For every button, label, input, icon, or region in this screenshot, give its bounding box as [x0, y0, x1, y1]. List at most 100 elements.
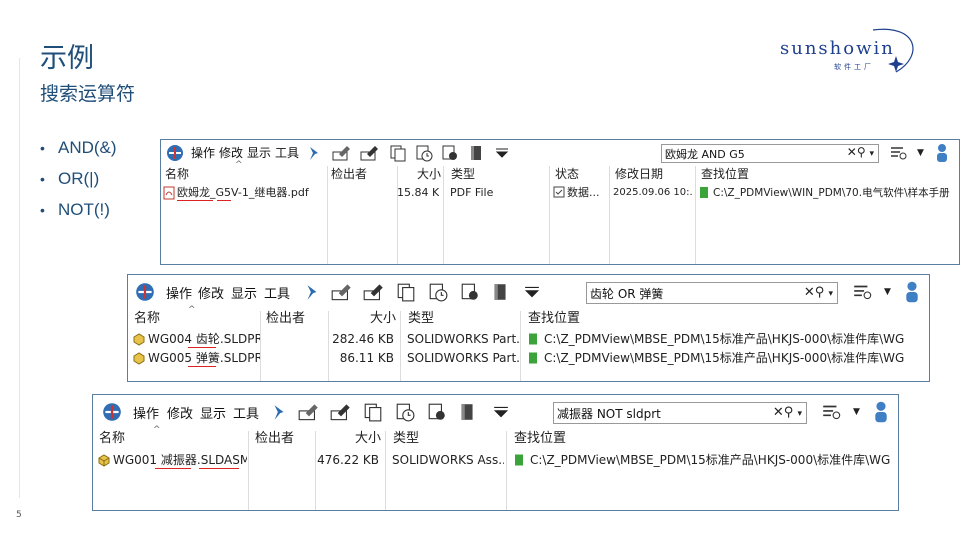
search-icon[interactable]: ⚲ [815, 285, 825, 300]
checkout-icon[interactable] [331, 140, 353, 165]
pin-icon[interactable] [304, 275, 320, 309]
row-name: WG001 减振器.SLDASM [113, 453, 247, 467]
menu-tools[interactable]: 工具 [275, 140, 299, 165]
search-icon[interactable]: ⚲ [784, 405, 794, 420]
search-field[interactable]: 欧姆龙 AND G5 ✕⚲ ▾ [661, 144, 879, 163]
menu-display[interactable]: 显示 [231, 275, 257, 309]
logo-subtitle: 软件工厂 [834, 63, 874, 71]
column-header-location[interactable]: 查找位置 [526, 311, 580, 329]
column-header-name[interactable]: 名称 [163, 166, 189, 184]
history-icon[interactable] [395, 395, 415, 429]
column-header-name[interactable]: 名称 [132, 311, 160, 329]
column-header-type[interactable]: 类型 [406, 311, 434, 329]
brand-logo: sunshowin 软件工厂 [778, 26, 928, 86]
checkout-icon[interactable] [297, 395, 321, 429]
column-header-row: ^ 名称 检出者 大小 类型 状态 修改日期 查找位置 [161, 160, 959, 184]
dropdown-icon[interactable] [495, 140, 509, 165]
folder-icon [528, 351, 538, 370]
search-field[interactable]: 减振器 NOT sldprt ✕⚲ ▾ [553, 402, 807, 424]
column-header-location[interactable]: 查找位置 [512, 431, 566, 449]
menu-actions[interactable]: 操作 [166, 275, 192, 309]
checkout-icon[interactable] [330, 275, 354, 309]
copy-tree-icon[interactable] [396, 275, 416, 309]
book-icon[interactable] [459, 395, 475, 429]
search-options-icon[interactable] [821, 395, 843, 429]
menu-tools[interactable]: 工具 [233, 395, 259, 429]
column-header-size[interactable]: 大小 [353, 431, 381, 449]
menu-modify[interactable]: 修改 [198, 275, 224, 309]
column-header-size[interactable]: 大小 [415, 166, 441, 184]
clear-icon[interactable]: ✕ [804, 285, 815, 300]
search-input[interactable]: 减振器 NOT sldprt [557, 405, 661, 422]
chevron-down-icon[interactable]: ▾ [797, 409, 802, 419]
pdm-logo-icon[interactable] [165, 140, 185, 165]
row-type: SOLIDWORKS Ass... [392, 453, 504, 467]
checkin-icon[interactable] [362, 275, 386, 309]
table-row[interactable]: WG004 齿轮.SLDPRT 282.46 KB SOLIDWORKS Par… [128, 331, 929, 349]
user-icon[interactable] [873, 395, 889, 429]
search-input[interactable]: 齿轮 OR 弹簧 [590, 285, 663, 302]
book-icon[interactable] [492, 275, 508, 309]
dropdown-icon[interactable] [524, 275, 540, 309]
history-icon[interactable] [428, 275, 448, 309]
user-icon[interactable] [904, 275, 920, 309]
chevron-down-icon[interactable]: ▾ [828, 289, 833, 299]
menu-actions[interactable]: 操作 [191, 140, 215, 165]
view-icon[interactable] [460, 275, 480, 309]
left-rule [19, 58, 20, 498]
chevron-down-icon[interactable]: ▼ [884, 275, 891, 309]
table-row[interactable]: WG005 弹簧.SLDPRT 86.11 KB SOLIDWORKS Part… [128, 350, 929, 368]
chevron-down-icon[interactable]: ▾ [869, 149, 874, 159]
table-row[interactable]: 欧姆龙_G5V-1_继电器.pdf 15.84 KB PDF File 数据..… [161, 185, 959, 203]
pin-icon[interactable] [307, 140, 321, 165]
row-size: 476.22 KB [317, 453, 379, 467]
column-header-type[interactable]: 类型 [449, 166, 475, 184]
column-header-location[interactable]: 查找位置 [699, 166, 749, 184]
search-input[interactable]: 欧姆龙 AND G5 [665, 146, 745, 162]
search-options-icon[interactable] [889, 140, 909, 165]
column-header-checked-out-by[interactable]: 检出者 [329, 166, 367, 184]
search-icon[interactable]: ⚲ [857, 145, 866, 159]
table-row[interactable]: WG001 减振器.SLDASM 476.22 KB SOLIDWORKS As… [93, 452, 898, 470]
pin-icon[interactable] [271, 395, 287, 429]
column-header-type[interactable]: 类型 [391, 431, 419, 449]
match-underline [155, 468, 191, 469]
row-location: C:\Z_PDMView\WIN_PDM\70.电气软件\样本手册 [713, 187, 950, 199]
search-field[interactable]: 齿轮 OR 弹簧 ✕⚲ ▾ [586, 282, 838, 304]
history-icon[interactable] [415, 140, 433, 165]
view-icon[interactable] [427, 395, 447, 429]
column-header-name[interactable]: 名称 [97, 431, 125, 449]
pdm-logo-icon[interactable] [101, 395, 123, 429]
pdm-logo-icon[interactable] [134, 275, 156, 309]
menu-display[interactable]: 显示 [200, 395, 226, 429]
copy-tree-icon[interactable] [363, 395, 383, 429]
checkin-icon[interactable] [329, 395, 353, 429]
part-file-icon [132, 351, 146, 370]
clear-icon[interactable]: ✕ [773, 405, 784, 420]
clear-icon[interactable]: ✕ [847, 145, 857, 159]
search-options-icon[interactable] [852, 275, 874, 309]
copy-tree-icon[interactable] [389, 140, 407, 165]
menu-tools[interactable]: 工具 [264, 275, 290, 309]
column-header-row: ^ 名称 检出者 大小 类型 查找位置 [128, 305, 929, 329]
menu-display[interactable]: 显示 [247, 140, 271, 165]
checkin-icon[interactable] [359, 140, 381, 165]
chevron-down-icon[interactable]: ▼ [853, 395, 860, 429]
dropdown-icon[interactable] [493, 395, 509, 429]
column-header-checked-out-by[interactable]: 检出者 [264, 311, 305, 329]
chevron-down-icon[interactable]: ▼ [917, 140, 924, 165]
menu-actions[interactable]: 操作 [133, 395, 159, 429]
row-location: C:\Z_PDMView\MBSE_PDM\15标准产品\HKJS-000\标准… [544, 332, 905, 346]
column-header-state[interactable]: 状态 [553, 166, 579, 184]
view-icon[interactable] [441, 140, 459, 165]
user-icon[interactable] [935, 140, 949, 165]
book-icon[interactable] [469, 140, 483, 165]
column-header-row: ^ 名称 检出者 大小 类型 查找位置 [93, 425, 898, 449]
row-state: 数据... [567, 186, 600, 199]
column-header-checked-out-by[interactable]: 检出者 [253, 431, 294, 449]
row-location: C:\Z_PDMView\MBSE_PDM\15标准产品\HKJS-000\标准… [530, 453, 891, 467]
bullet-item: • NOT(!) [40, 200, 110, 219]
menu-modify[interactable]: 修改 [167, 395, 193, 429]
column-header-modified[interactable]: 修改日期 [613, 166, 663, 184]
column-header-size[interactable]: 大小 [368, 311, 396, 329]
